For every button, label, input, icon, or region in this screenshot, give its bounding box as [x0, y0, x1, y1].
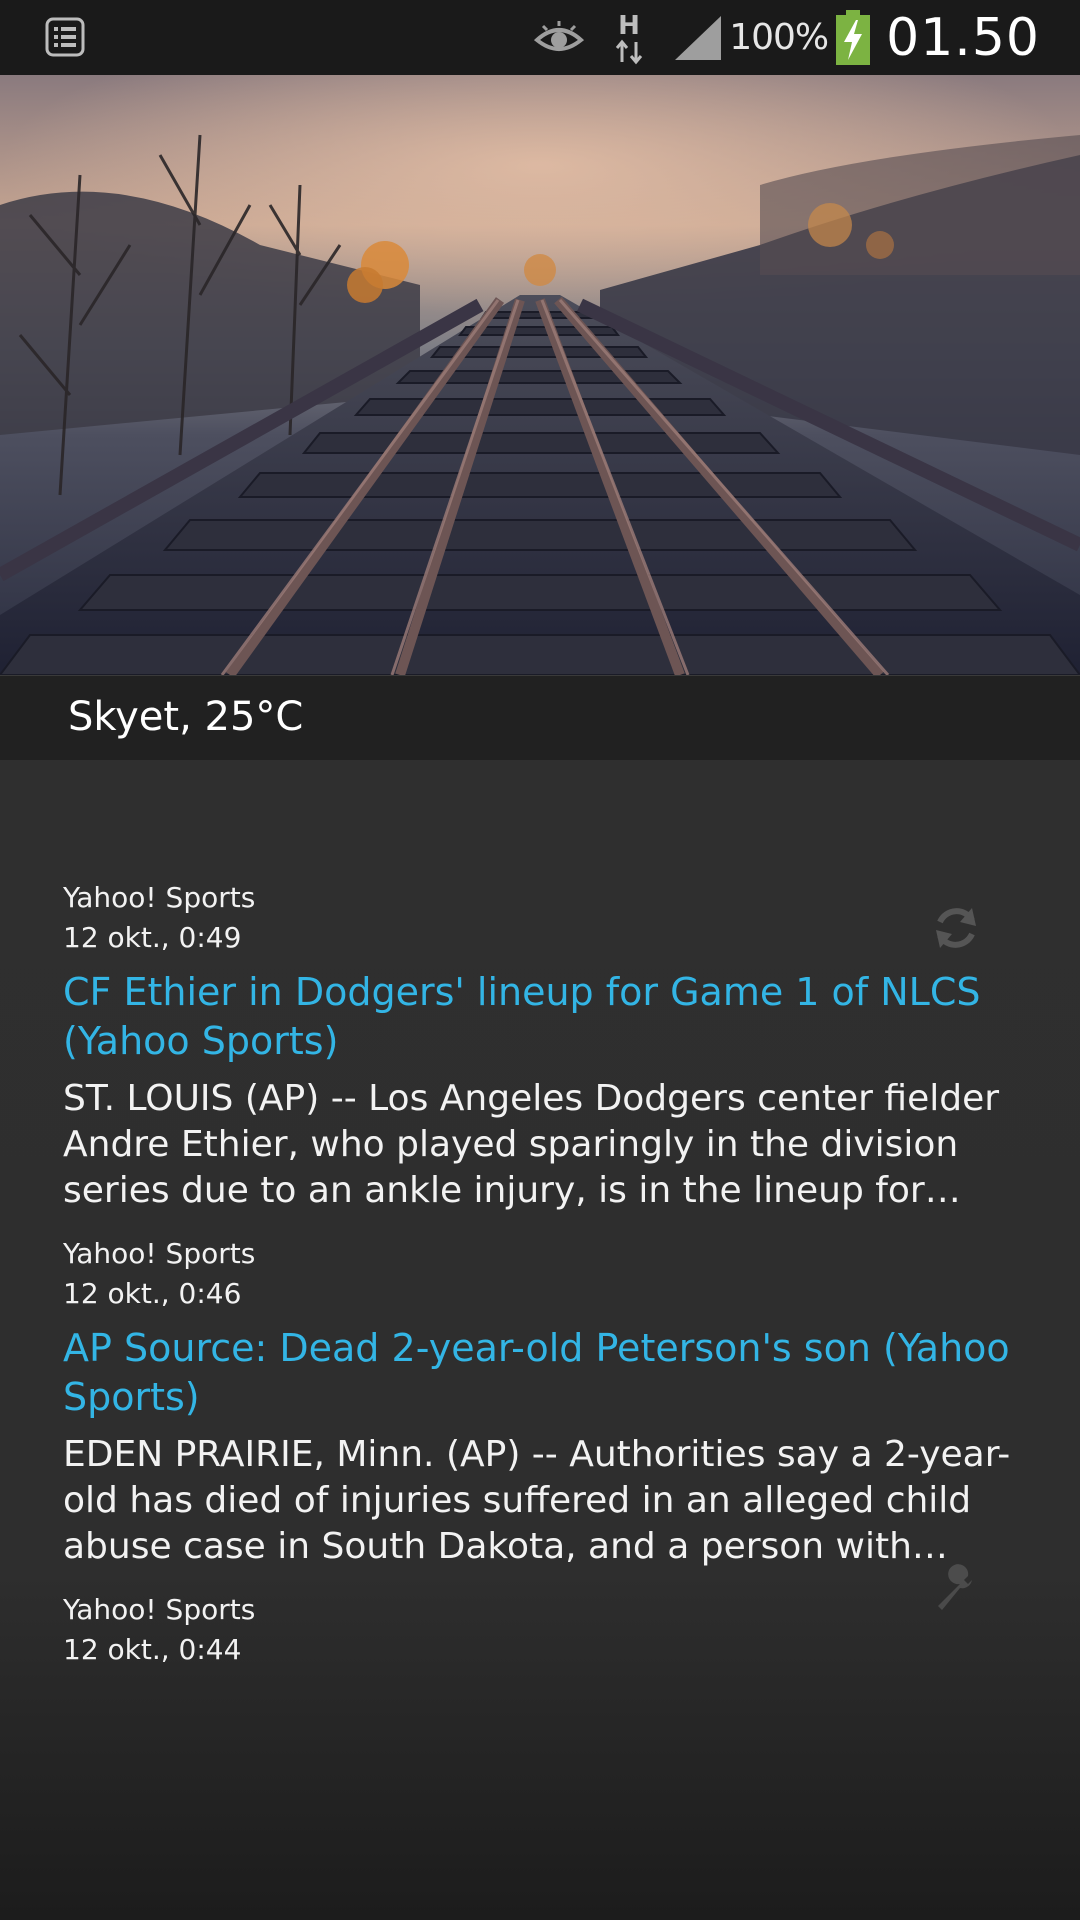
- railway-photo: [0, 75, 1080, 675]
- battery-charging-icon: [836, 9, 871, 65]
- clock: 01.50: [886, 7, 1040, 68]
- news-time: 12 okt., 0:46: [63, 1277, 242, 1310]
- news-time: 12 okt., 0:44: [63, 1633, 242, 1666]
- news-time: 12 okt., 0:49: [63, 921, 242, 954]
- news-headline[interactable]: CF Ethier in Dodgers' lineup for Game 1 …: [63, 968, 1023, 1066]
- feed-list: Yahoo! Sports 12 okt., 0:49 CF Ethier in…: [63, 878, 1023, 1680]
- notification-list-icon[interactable]: [44, 16, 86, 58]
- status-bar: H 100% 01.50: [0, 0, 1080, 75]
- hspa-data-icon: H: [616, 11, 643, 64]
- header-image: [0, 75, 1080, 675]
- eye-icon: [534, 20, 585, 51]
- news-source: Yahoo! Sports: [63, 1593, 256, 1626]
- news-summary: EDEN PRAIRIE, Minn. (AP) -- Authorities …: [63, 1434, 1011, 1567]
- weather-summary: Skyet, 25°C: [68, 694, 304, 740]
- signal-icon: [675, 15, 722, 60]
- news-item[interactable]: Yahoo! Sports 12 okt., 0:44: [63, 1590, 1023, 1670]
- news-source: Yahoo! Sports: [63, 881, 256, 914]
- status-indicators: H 100% 01.50: [533, 0, 1040, 75]
- news-item[interactable]: Yahoo! Sports 12 okt., 0:46 AP Source: D…: [63, 1234, 1023, 1570]
- news-item[interactable]: Yahoo! Sports 12 okt., 0:49 CF Ethier in…: [63, 878, 1023, 1214]
- news-summary: ST. LOUIS (AP) -- Los Angeles Dodgers ce…: [63, 1078, 1000, 1211]
- settings-wrench-icon[interactable]: [930, 1560, 984, 1614]
- weather-bar[interactable]: Skyet, 25°C: [0, 675, 1080, 761]
- news-source: Yahoo! Sports: [63, 1237, 256, 1270]
- news-feed: Yahoo! Sports 12 okt., 0:49 CF Ethier in…: [0, 760, 1080, 1920]
- battery-percent: 100%: [729, 17, 829, 58]
- news-headline[interactable]: AP Source: Dead 2-year-old Peterson's so…: [63, 1324, 1023, 1422]
- svg-text:H: H: [618, 11, 640, 41]
